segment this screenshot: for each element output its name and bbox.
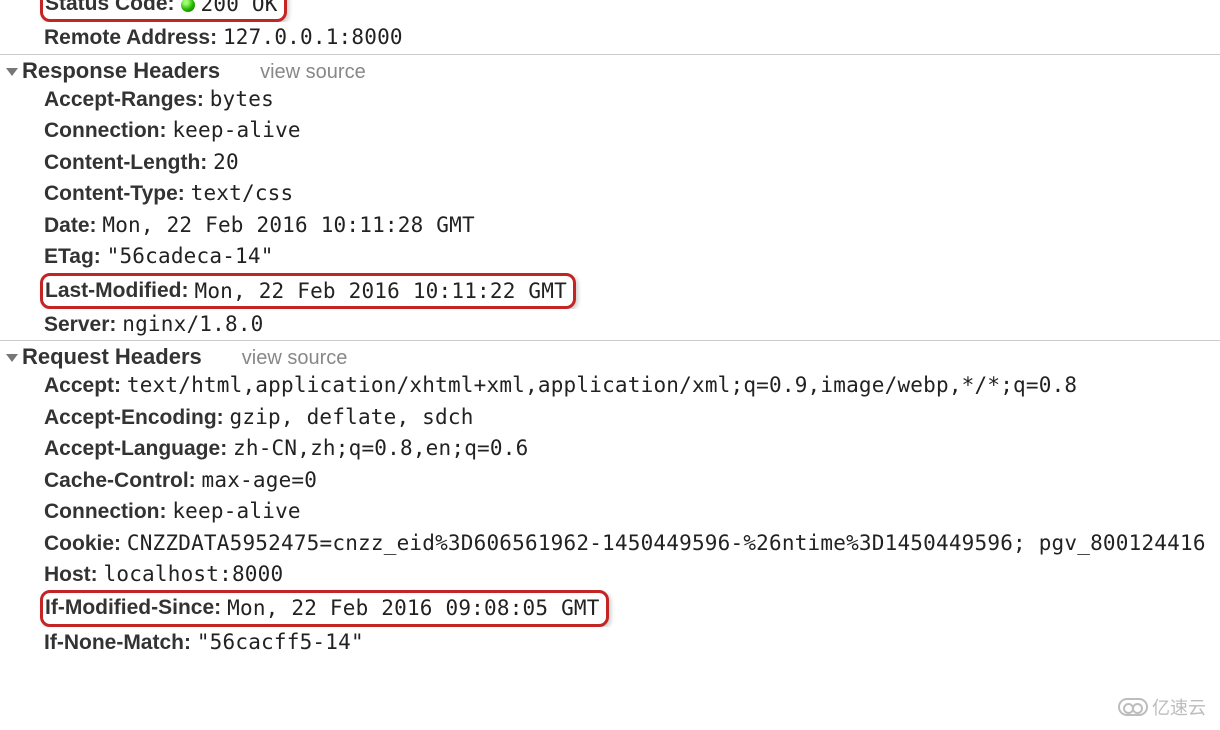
- header-value: keep-alive: [172, 499, 300, 523]
- remote-address-row: Remote Address: 127.0.0.1:8000: [0, 22, 1220, 53]
- status-code-label: Status Code:: [45, 0, 175, 19]
- response-headers-header[interactable]: Response Headers view source: [0, 58, 1220, 84]
- header-label: Cache-Control:: [44, 469, 196, 492]
- request-view-source-link[interactable]: view source: [242, 347, 348, 370]
- header-value: gzip, deflate, sdch: [230, 405, 474, 429]
- header-row: Content-Length: 20: [0, 147, 1220, 178]
- header-label: Connection:: [44, 500, 166, 523]
- header-row: Accept-Encoding: gzip, deflate, sdch: [0, 402, 1220, 433]
- last-modified-row: Last-Modified: Mon, 22 Feb 2016 10:11:22…: [0, 273, 1220, 309]
- remote-address-value: 127.0.0.1:8000: [223, 25, 403, 49]
- header-label: Content-Length:: [44, 151, 207, 174]
- request-headers-header[interactable]: Request Headers view source: [0, 344, 1220, 370]
- header-value: bytes: [210, 87, 274, 111]
- header-row: Connection: keep-alive: [0, 496, 1220, 527]
- watermark-icon: [1118, 698, 1148, 716]
- header-label: Host:: [44, 563, 98, 586]
- status-code-value: 200 OK: [201, 0, 278, 19]
- header-row: Connection: keep-alive: [0, 115, 1220, 146]
- last-modified-value: Mon, 22 Feb 2016 10:11:22 GMT: [194, 276, 566, 306]
- header-value: CNZZDATA5952475=cnzz_eid%3D606561962-145…: [127, 531, 1206, 555]
- if-modified-since-row: If-Modified-Since: Mon, 22 Feb 2016 09:0…: [0, 590, 1220, 626]
- if-modified-since-highlight: If-Modified-Since: Mon, 22 Feb 2016 09:0…: [40, 590, 609, 626]
- status-code-highlight: Status Code: 200 OK: [40, 0, 287, 22]
- last-modified-highlight: Last-Modified: Mon, 22 Feb 2016 10:11:22…: [40, 273, 576, 309]
- header-label: Accept-Ranges:: [44, 88, 204, 111]
- response-headers-title: Response Headers: [22, 58, 220, 84]
- header-value: 20: [213, 150, 239, 174]
- remote-address-label: Remote Address:: [44, 26, 217, 49]
- header-row: Cache-Control: max-age=0: [0, 465, 1220, 496]
- if-none-match-value: "56cacff5-14": [197, 630, 364, 654]
- header-label: Date:: [44, 214, 97, 237]
- header-value: max-age=0: [202, 468, 318, 492]
- if-none-match-row: If-None-Match: "56cacff5-14": [0, 627, 1220, 658]
- header-value: keep-alive: [172, 118, 300, 142]
- header-row: Accept-Ranges: bytes: [0, 84, 1220, 115]
- watermark-text: 亿速云: [1152, 694, 1206, 720]
- header-value: text/css: [191, 181, 294, 205]
- caret-down-icon[interactable]: [6, 354, 18, 362]
- header-value: "56cadeca-14": [107, 244, 274, 268]
- request-headers-section: Request Headers view source Accept: text…: [0, 340, 1220, 658]
- request-headers-title: Request Headers: [22, 344, 202, 370]
- response-headers-section: Response Headers view source Accept-Rang…: [0, 54, 1220, 341]
- header-row: ETag: "56cadeca-14": [0, 241, 1220, 272]
- header-label: Accept-Language:: [44, 437, 227, 460]
- header-row: Date: Mon, 22 Feb 2016 10:11:28 GMT: [0, 210, 1220, 241]
- header-value: Mon, 22 Feb 2016 10:11:28 GMT: [102, 213, 474, 237]
- header-label: Content-Type:: [44, 182, 185, 205]
- header-value: text/html,application/xhtml+xml,applicat…: [127, 373, 1077, 397]
- header-row: Accept-Language: zh-CN,zh;q=0.8,en;q=0.6: [0, 433, 1220, 464]
- header-label: Connection:: [44, 119, 166, 142]
- header-value: localhost:8000: [104, 562, 284, 586]
- watermark: 亿速云: [1118, 694, 1206, 720]
- status-code-row: Status Code: 200 OK: [0, 0, 1220, 22]
- header-label: Accept:: [44, 374, 121, 397]
- header-row: Host: localhost:8000: [0, 559, 1220, 590]
- server-value: nginx/1.8.0: [122, 312, 263, 336]
- status-dot-icon: [181, 0, 195, 12]
- header-row: Cookie: CNZZDATA5952475=cnzz_eid%3D60656…: [0, 528, 1220, 559]
- header-row: Accept: text/html,application/xhtml+xml,…: [0, 370, 1220, 401]
- header-label: Accept-Encoding:: [44, 406, 224, 429]
- header-label: Cookie:: [44, 532, 121, 555]
- header-value: zh-CN,zh;q=0.8,en;q=0.6: [233, 436, 528, 460]
- header-row: Content-Type: text/css: [0, 178, 1220, 209]
- server-label: Server:: [44, 313, 116, 336]
- caret-down-icon[interactable]: [6, 68, 18, 76]
- if-none-match-label: If-None-Match:: [44, 631, 191, 654]
- last-modified-label: Last-Modified:: [45, 276, 188, 306]
- response-view-source-link[interactable]: view source: [260, 61, 366, 84]
- if-modified-since-value: Mon, 22 Feb 2016 09:08:05 GMT: [227, 593, 599, 623]
- server-row: Server: nginx/1.8.0: [0, 309, 1220, 340]
- header-label: ETag:: [44, 245, 101, 268]
- if-modified-since-label: If-Modified-Since:: [45, 593, 221, 623]
